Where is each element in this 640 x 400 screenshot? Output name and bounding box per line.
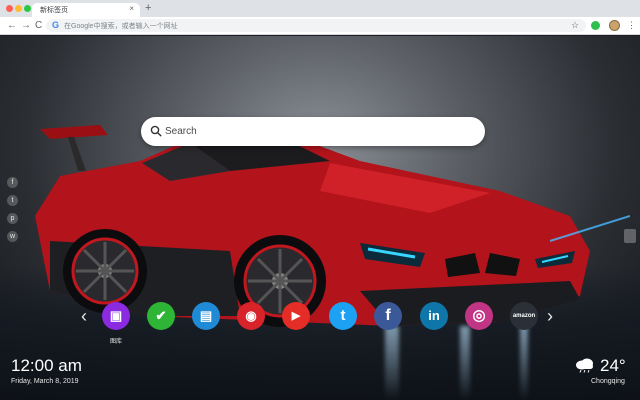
- extension-icon[interactable]: [591, 21, 600, 30]
- clock-date: Friday, March 8, 2019: [11, 378, 79, 385]
- youtube-icon[interactable]: ▶: [282, 302, 310, 330]
- minimize-window-button[interactable]: [15, 5, 22, 12]
- browser-menu-icon[interactable]: ⋮: [627, 19, 636, 31]
- app-label-gallery: 图库: [109, 339, 122, 345]
- browser-toolbar: ← → C G 在Google中搜索，或者输入一个网址 ☆ ⋮: [0, 17, 640, 35]
- app-shortcuts-bar: ‹ ▣ ✔ ▤ ◉ ▶ t f in ◎ amazon › 图库: [0, 302, 640, 345]
- clock-time: 12:00 am: [11, 356, 82, 375]
- new-tab-page: f t p w ‹ ▣ ✔ ▤ ◉ ▶ t f in ◎ amazon › 图库…: [0, 36, 640, 400]
- browser-tab[interactable]: 新标签页 ×: [32, 3, 140, 17]
- back-button[interactable]: ←: [7, 20, 17, 31]
- cloud-rain-icon: [576, 358, 593, 373]
- address-bar-placeholder: 在Google中搜索，或者输入一个网址: [64, 23, 178, 30]
- profile-avatar[interactable]: [609, 20, 620, 31]
- bookmark-star-icon[interactable]: ☆: [571, 20, 579, 30]
- browser-tab-strip: 新标签页 × +: [0, 0, 640, 17]
- pinterest-icon[interactable]: p: [7, 213, 18, 224]
- search-box[interactable]: [141, 117, 485, 146]
- new-tab-button[interactable]: +: [145, 2, 151, 14]
- reload-button[interactable]: C: [35, 20, 42, 31]
- maximize-window-button[interactable]: [24, 5, 31, 12]
- tab-close-icon[interactable]: ×: [129, 4, 134, 13]
- twitter-icon[interactable]: t: [7, 195, 18, 206]
- gallery-icon[interactable]: ▣: [102, 302, 130, 330]
- instagram-icon[interactable]: ◎: [465, 302, 493, 330]
- twitter-icon[interactable]: t: [329, 302, 357, 330]
- notes-icon[interactable]: ▤: [192, 302, 220, 330]
- check-icon[interactable]: ✔: [147, 302, 175, 330]
- next-apps-button[interactable]: ›: [547, 307, 553, 325]
- tab-title: 新标签页: [40, 7, 68, 14]
- weather-temperature: 24°: [600, 356, 626, 375]
- forward-button[interactable]: →: [21, 20, 31, 31]
- previous-apps-button[interactable]: ‹: [81, 307, 87, 325]
- linkedin-icon[interactable]: in: [420, 302, 448, 330]
- wechat-icon[interactable]: w: [7, 231, 18, 242]
- search-icon[interactable]: [150, 125, 162, 137]
- amazon-icon[interactable]: amazon: [510, 302, 538, 330]
- address-bar[interactable]: G 在Google中搜索，或者输入一个网址: [46, 19, 586, 32]
- facebook-icon[interactable]: f: [7, 177, 18, 188]
- close-window-button[interactable]: [6, 5, 13, 12]
- facebook-icon[interactable]: f: [374, 302, 402, 330]
- google-icon: G: [52, 20, 60, 30]
- game-icon[interactable]: ◉: [237, 302, 265, 330]
- search-input[interactable]: [165, 124, 465, 139]
- settings-side-button[interactable]: [624, 229, 636, 243]
- weather-city: Chongqing: [591, 378, 625, 385]
